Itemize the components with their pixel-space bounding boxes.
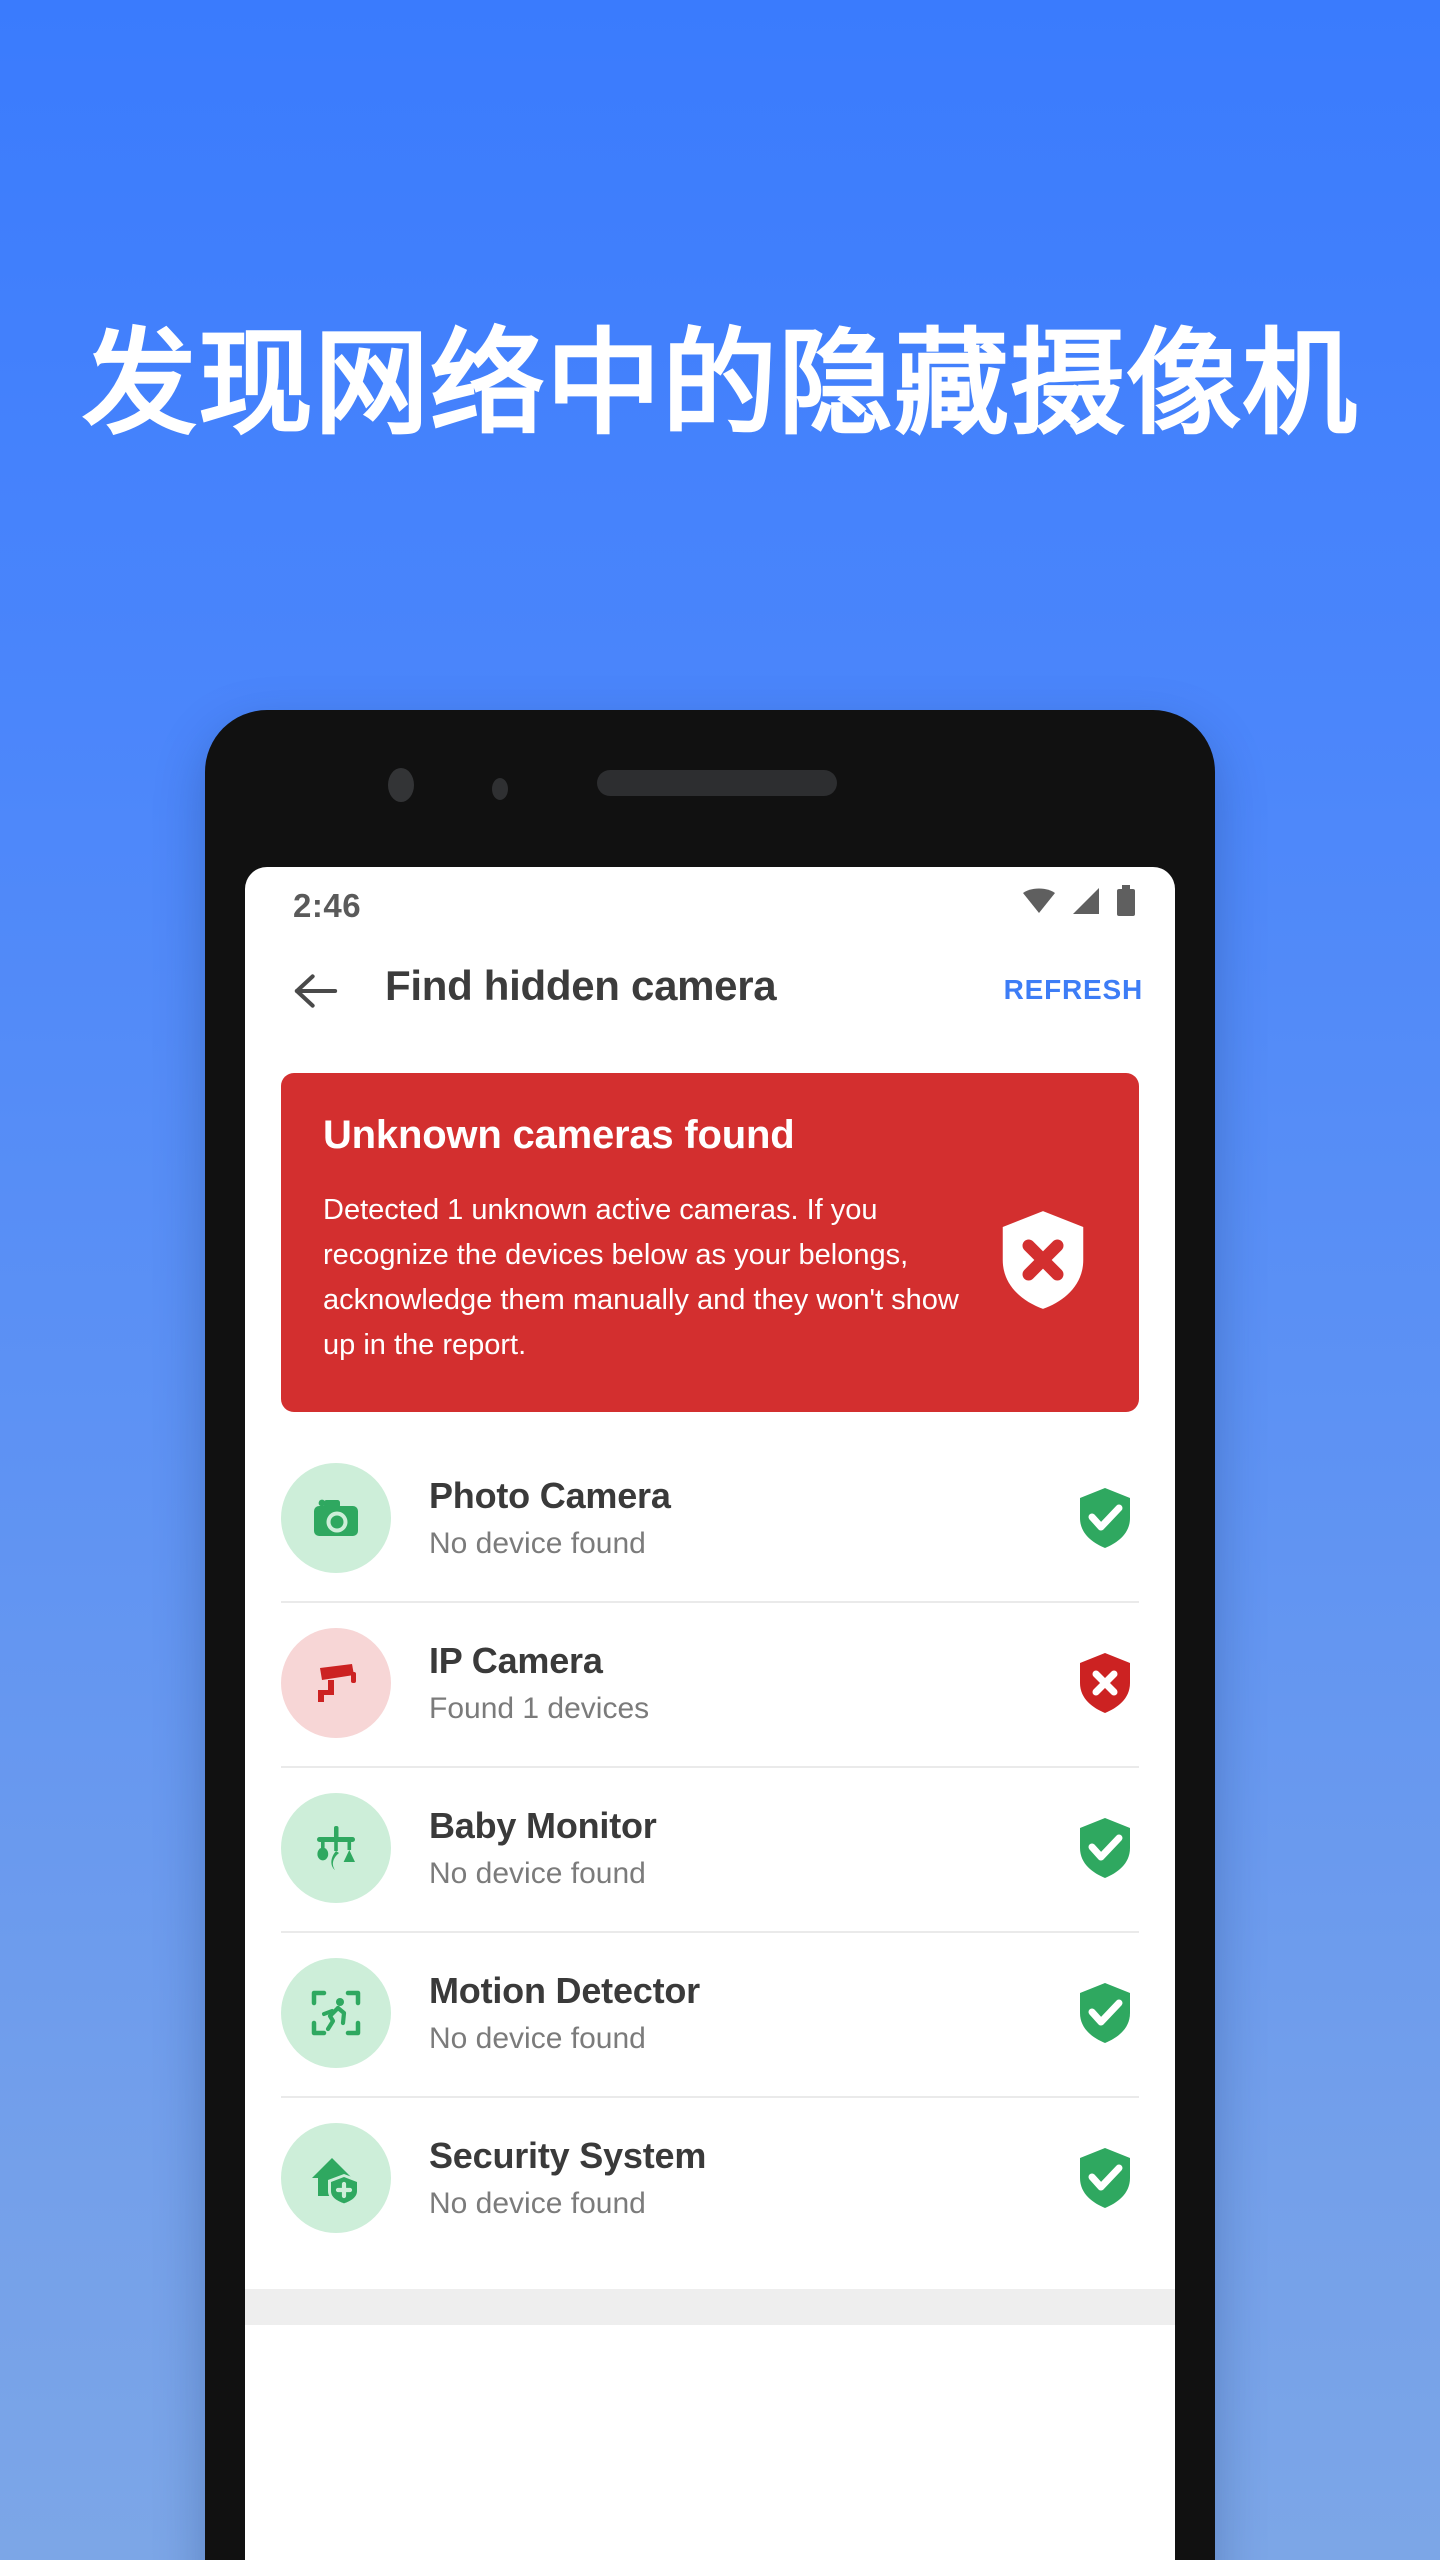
device-text: Baby Monitor No device found [429,1805,1077,1891]
device-row-baby-monitor[interactable]: Baby Monitor No device found [245,1765,1175,1931]
baby-mobile-icon-wrap [281,1793,391,1904]
device-row-security-system[interactable]: Security System No device found [245,2095,1175,2261]
alert-title: Unknown cameras found [323,1113,795,1157]
device-status: No device found [429,2022,646,2056]
earpiece-speaker [597,770,837,796]
device-text: Security System No device found [429,2135,1077,2221]
app-bar: Find hidden camera REFRESH [245,942,1175,1050]
device-name: Baby Monitor [429,1805,657,1847]
device-name: Security System [429,2135,707,2177]
motion-detector-icon [311,1991,361,2036]
alert-body: Detected 1 unknown active cameras. If yo… [323,1194,959,1361]
device-name: Motion Detector [429,1970,700,2012]
device-text: Motion Detector No device found [429,1970,1077,2056]
motion-detector-icon-wrap [281,1958,391,2069]
shield-x-icon [1002,1211,1084,1309]
device-status: No device found [429,1527,646,1561]
device-row-photo-camera[interactable]: Photo Camera No device found [245,1436,1175,1601]
cctv-camera-icon-wrap [281,1628,391,1739]
home-shield-icon-wrap [281,2123,391,2234]
cctv-camera-icon [318,1664,356,1703]
shield-check-icon [1080,1818,1130,1879]
promo-stage: 发现网络中的隐藏摄像机 2:46 Find hidden camera REFR… [0,0,1440,2560]
signal-icon [1073,888,1099,914]
shield-check-icon [1080,1488,1130,1549]
bottom-spacer [245,2324,1175,2405]
promo-headline: 发现网络中的隐藏摄像机 [81,317,1358,451]
refresh-button[interactable]: REFRESH [1004,974,1143,1006]
shield-check-icon [1080,2148,1130,2209]
device-text: Photo Camera No device found [429,1475,1077,1561]
device-status: No device found [429,1857,646,1891]
battery-icon [1117,885,1135,916]
home-shield-icon [312,2158,360,2207]
phone-screen: 2:46 Find hidden camera REFRESH Unknown … [245,867,1175,2560]
device-text: IP Camera Found 1 devices [429,1640,1077,1726]
device-status: No device found [429,2187,646,2221]
status-icons [1021,885,1137,917]
device-row-ip-camera[interactable]: IP Camera Found 1 devices [245,1600,1175,1766]
device-row-motion-detector[interactable]: Motion Detector No device found [245,1930,1175,2096]
device-list: Photo Camera No device found IP Camera F… [245,1436,1175,2261]
device-name: IP Camera [429,1640,603,1682]
photo-camera-icon-wrap [281,1463,391,1574]
wifi-icon [1023,888,1055,913]
section-divider-band [245,2288,1175,2325]
baby-mobile-icon [317,1826,355,1871]
unknown-cameras-alert: Unknown cameras found Detected 1 unknown… [281,1073,1139,1412]
page-title: Find hidden camera [385,962,777,1009]
device-status: Found 1 devices [429,1692,650,1726]
shield-x-icon [1080,1653,1130,1714]
shield-check-icon [1080,1983,1130,2044]
status-bar: 2:46 [245,867,1175,942]
photo-camera-icon [314,1499,358,1537]
status-time: 2:46 [293,887,362,924]
device-name: Photo Camera [429,1475,671,1517]
front-sensor-icon [492,778,508,800]
back-arrow-icon[interactable] [289,964,343,1018]
front-camera-icon [388,768,414,802]
